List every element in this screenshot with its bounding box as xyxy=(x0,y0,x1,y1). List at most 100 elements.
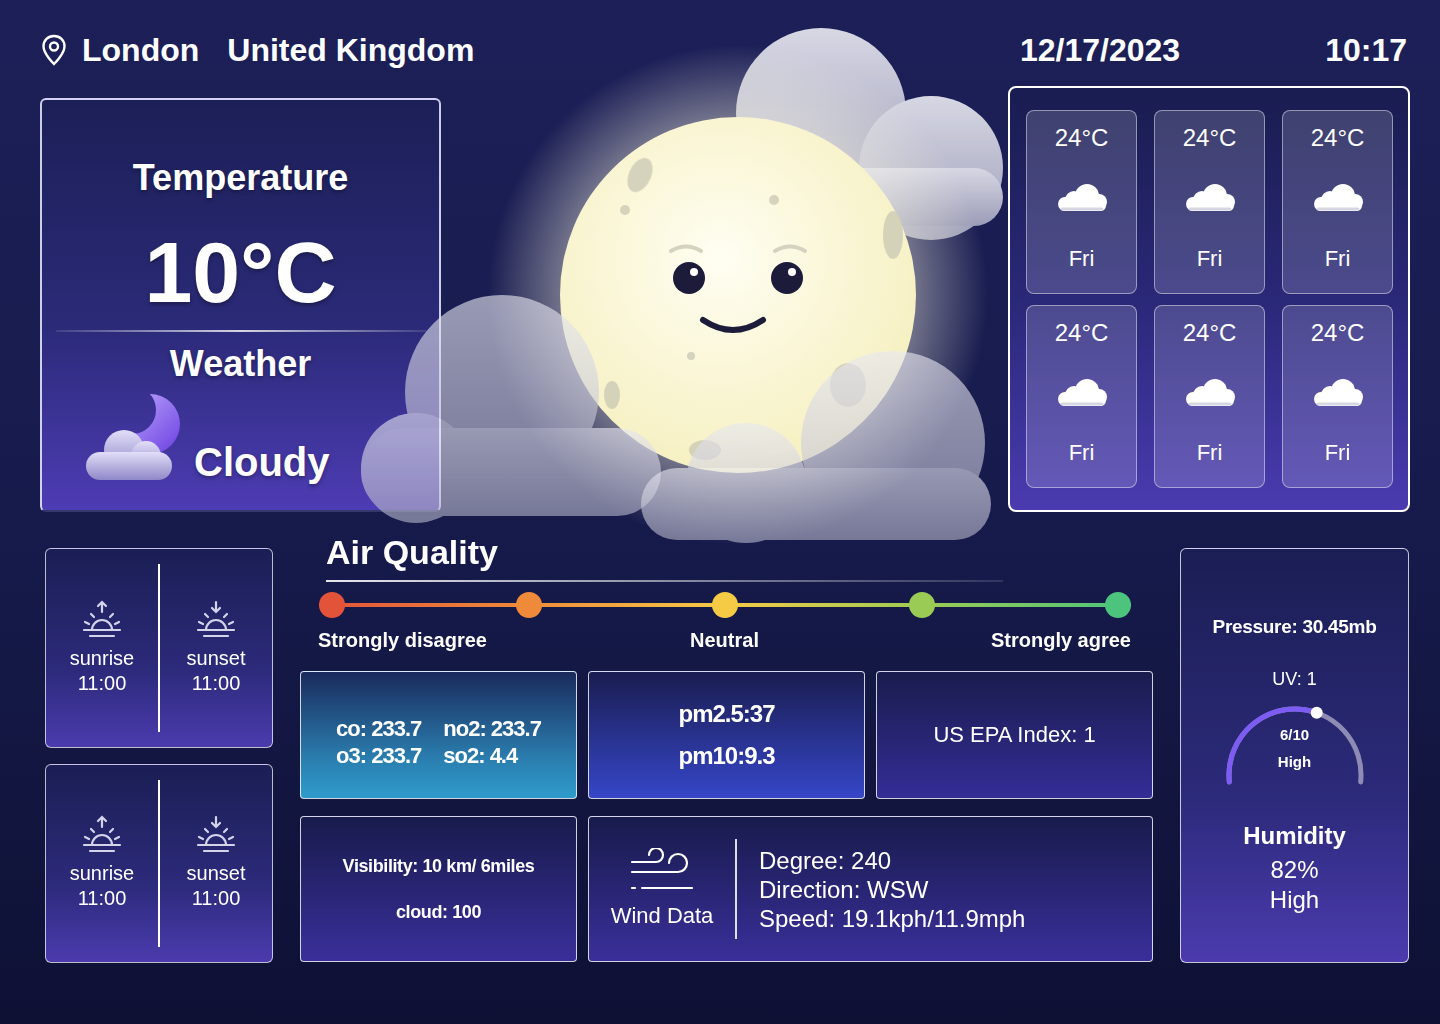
forecast-tile[interactable]: 24°CFri xyxy=(1026,110,1137,294)
sunrise-icon xyxy=(80,815,124,855)
forecast-tile[interactable]: 24°C Fri xyxy=(1154,110,1265,294)
uv-gauge-track xyxy=(1228,707,1360,782)
scale-dot xyxy=(516,592,542,618)
cloud-icon xyxy=(1182,378,1238,408)
air-quality: Air QualityStrongly disagreeNeutralStron… xyxy=(300,548,1153,963)
time: 10:17 xyxy=(1325,30,1407,70)
cloud-icon xyxy=(1182,183,1238,213)
scale-dot xyxy=(1105,592,1131,618)
sunrise-label: sunrise xyxy=(70,646,134,671)
sunrise-label: sunrise xyxy=(70,861,134,886)
sunset-icon xyxy=(194,600,238,640)
temperature-label: Temperature xyxy=(133,156,348,200)
forecast-temp: 24°C xyxy=(1183,318,1237,348)
moon-cloud-icon xyxy=(82,386,182,486)
bottom-row: sunrise11:00sunset11:00sunrise11:00sunse… xyxy=(45,548,1410,963)
city: London xyxy=(82,30,199,70)
stats-card: Pressure: 30.45mbUV: 16/10HighHumidity82… xyxy=(1180,548,1409,963)
pollutants: co: 233.7 no2: 233.7 o3: 233.7 so2: 4.4 xyxy=(336,715,541,769)
date: 12/17/2023 xyxy=(1020,30,1180,70)
sun-card: sunrise11:00sunset11:00 xyxy=(45,548,273,748)
cloud-icon xyxy=(1054,183,1110,213)
divider xyxy=(158,564,160,732)
sunset-icon xyxy=(194,815,238,855)
pollutants-box: co: 233.7 no2: 233.7 o3: 233.7 so2: 4.4 xyxy=(300,671,577,799)
pollutant: so2: 4.4 xyxy=(443,742,541,769)
wind-details: Degree: 240Direction: WSWSpeed: 19.1kph/… xyxy=(737,835,1025,943)
forecast-day: Fri xyxy=(1197,438,1223,468)
sunset-icon xyxy=(194,600,238,640)
sunset-time: 11:00 xyxy=(192,671,241,696)
forecast-day: Fri xyxy=(1069,244,1095,274)
uv-rating: High xyxy=(1278,752,1311,772)
sunrise: sunrise11:00 xyxy=(46,780,158,948)
location-pin-icon xyxy=(40,34,68,66)
detail-boxes: Visibility: 10 km/ 6milescloud: 100 Wind … xyxy=(300,816,1153,962)
sun-cards: sunrise11:00sunset11:00sunrise11:00sunse… xyxy=(45,548,273,963)
forecast-tile[interactable]: 24°CFri xyxy=(1282,305,1393,489)
condition-text: Cloudy xyxy=(194,438,330,486)
sunrise-time: 11:00 xyxy=(78,671,127,696)
cloud-icon xyxy=(1310,378,1366,408)
forecast-temp: 24°C xyxy=(1311,123,1365,153)
pollutant: o3: 233.7 xyxy=(336,742,421,769)
sunset-time: 11:00 xyxy=(192,886,241,911)
wind-icon xyxy=(628,848,696,894)
sun-card: sunrise11:00sunset11:00 xyxy=(45,764,273,964)
moon-illustration xyxy=(441,98,1008,512)
sunset-icon xyxy=(194,815,238,855)
forecast-tile[interactable]: 24°CFri xyxy=(1026,305,1137,489)
wind-detail: Direction: WSW xyxy=(759,875,1025,904)
moon-cloud-icon xyxy=(82,386,182,486)
divider xyxy=(56,330,426,332)
uv-gauge-icon xyxy=(1220,699,1370,789)
visibility-box: Visibility: 10 km/ 6milescloud: 100 xyxy=(300,816,577,962)
divider xyxy=(158,780,160,948)
wind-detail: Degree: 240 xyxy=(759,846,1025,875)
humidity-rating: High xyxy=(1270,885,1319,915)
epa-index: US EPA Index: 1 xyxy=(933,721,1095,749)
scale-label: Neutral xyxy=(589,628,860,652)
sunrise-time: 11:00 xyxy=(78,886,127,911)
divider xyxy=(735,839,737,939)
location-pin-icon xyxy=(40,34,68,66)
particulates-box: pm2.5:37pm10:9.3 xyxy=(588,671,865,799)
sunrise: sunrise11:00 xyxy=(46,564,158,732)
pollutant: no2: 233.7 xyxy=(443,715,541,742)
cloud-icon xyxy=(1182,378,1238,408)
top-row: Temperature10°CWeatherCloudy24°CFri24°CF… xyxy=(40,98,1410,512)
cloud-cover: cloud: 100 xyxy=(396,900,481,924)
sunrise-icon xyxy=(80,600,124,640)
sunset-label: sunset xyxy=(187,861,246,886)
scale-labels: Strongly disagreeNeutralStrongly agree xyxy=(318,628,1131,652)
scale-label: Strongly disagree xyxy=(318,628,589,652)
forecast-temp: 24°C xyxy=(1183,123,1237,153)
forecast-day: Fri xyxy=(1325,244,1351,274)
pressure: Pressure: 30.45mb xyxy=(1213,615,1377,639)
forecast-day: Fri xyxy=(1197,244,1223,274)
air-quality-scale xyxy=(319,592,1131,618)
sunset: sunset11:00 xyxy=(160,780,272,948)
country: United Kingdom xyxy=(227,30,474,70)
cloud-icon xyxy=(1054,378,1110,408)
forecast-tile[interactable]: 24°C Fri xyxy=(1154,305,1265,489)
uv-reading: 6/10 xyxy=(1280,725,1309,745)
cloud-icon xyxy=(1054,183,1110,213)
scale-dot xyxy=(909,592,935,618)
wind-label: Wind Data xyxy=(611,902,714,930)
weather-dashboard: London United Kingdom 12/17/2023 10:17 Tempe… xyxy=(0,0,1440,963)
sunset-label: sunset xyxy=(187,646,246,671)
cloud-icon xyxy=(1310,183,1366,213)
cloud-icon xyxy=(1182,183,1238,213)
scale-dot xyxy=(712,592,738,618)
forecast-tile[interactable]: 24°C Fri xyxy=(1282,110,1393,294)
date-time: 12/17/2023 10:17 xyxy=(1020,30,1410,70)
condition: Cloudy xyxy=(42,386,330,486)
location: London United Kingdom xyxy=(40,30,474,70)
temperature-value: 10°C xyxy=(144,224,336,320)
sunset: sunset11:00 xyxy=(160,564,272,732)
scale-label: Strongly agree xyxy=(860,628,1131,652)
particulate: pm2.5:37 xyxy=(678,693,774,735)
air-quality-boxes: co: 233.7 no2: 233.7 o3: 233.7 so2: 4.4 pm2.… xyxy=(300,671,1153,799)
pollutant: co: 233.7 xyxy=(336,715,421,742)
